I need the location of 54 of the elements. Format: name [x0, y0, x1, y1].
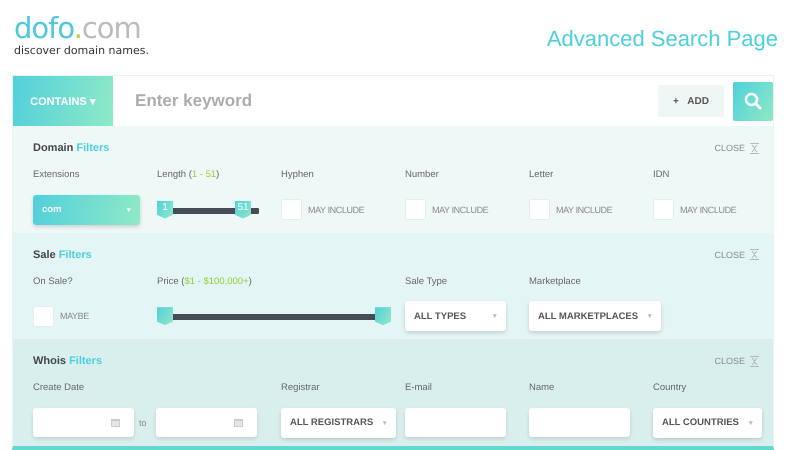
field-label: Length (1 - 51): [157, 169, 220, 181]
calendar-icon: [234, 418, 243, 428]
input-field[interactable]: [405, 408, 506, 438]
range-slider[interactable]: 1 51: [157, 200, 267, 218]
field-label: Extensions: [33, 169, 80, 181]
logo-tagline: discover domain names.: [14, 44, 149, 57]
slider-handle[interactable]: [157, 307, 173, 326]
field-label: Country: [653, 382, 688, 394]
date-field[interactable]: [156, 408, 257, 438]
slider-handle[interactable]: 1: [157, 200, 173, 218]
input-field[interactable]: [529, 408, 630, 438]
logo: dofo.com: [14, 12, 142, 44]
checkbox[interactable]: [529, 199, 550, 220]
checkbox-label: MAY INCLUDE: [432, 204, 488, 214]
field-label: Name: [529, 382, 556, 394]
calendar-icon: [111, 418, 120, 428]
range-slider[interactable]: [157, 307, 391, 326]
page-title: Advanced Search Page: [546, 26, 778, 52]
section-title: Domain Filters: [33, 142, 110, 154]
slider-handle[interactable]: 51: [235, 200, 252, 218]
field-label: Marketplace: [529, 276, 582, 288]
collapse-icon: [750, 249, 759, 260]
checkbox[interactable]: [281, 199, 302, 220]
field-label: Sale Type: [405, 276, 448, 288]
range-separator: to: [139, 418, 147, 428]
slider-handle[interactable]: [375, 307, 391, 326]
checkbox[interactable]: [33, 306, 54, 327]
field-label: IDN: [653, 169, 670, 181]
section-title: Sale Filters: [33, 248, 92, 261]
match-mode-dropdown[interactable]: CONTAINS ▾: [13, 76, 113, 126]
search-button[interactable]: [733, 82, 773, 120]
field-label: Registrar: [281, 382, 321, 394]
field-label: Create Date: [33, 382, 86, 394]
field-label: Hyphen: [281, 169, 315, 181]
field-label: E-mail: [405, 382, 433, 394]
close-button[interactable]: CLOSE: [714, 249, 759, 260]
close-button[interactable]: CLOSE: [714, 142, 759, 154]
collapse-icon: [750, 142, 759, 154]
field-label: On Sale?: [33, 276, 74, 288]
section-title: Whois Filters: [33, 355, 102, 368]
field-label: Number: [405, 169, 440, 181]
checkbox[interactable]: [653, 199, 674, 220]
checkbox-label: MAYBE: [60, 311, 89, 322]
checkbox-label: MAY INCLUDE: [308, 204, 364, 214]
close-button[interactable]: CLOSE: [714, 356, 759, 367]
add-button[interactable]: + ADD: [658, 85, 724, 117]
date-field[interactable]: [33, 408, 134, 438]
collapse-icon: [750, 356, 759, 367]
checkbox-label: MAY INCLUDE: [556, 204, 612, 214]
field-label: Price ($1 - $100,000+): [157, 276, 253, 288]
checkbox[interactable]: [405, 199, 426, 220]
checkbox-label: MAY INCLUDE: [680, 204, 736, 214]
search-icon: [744, 92, 762, 110]
field-label: Letter: [529, 169, 554, 181]
